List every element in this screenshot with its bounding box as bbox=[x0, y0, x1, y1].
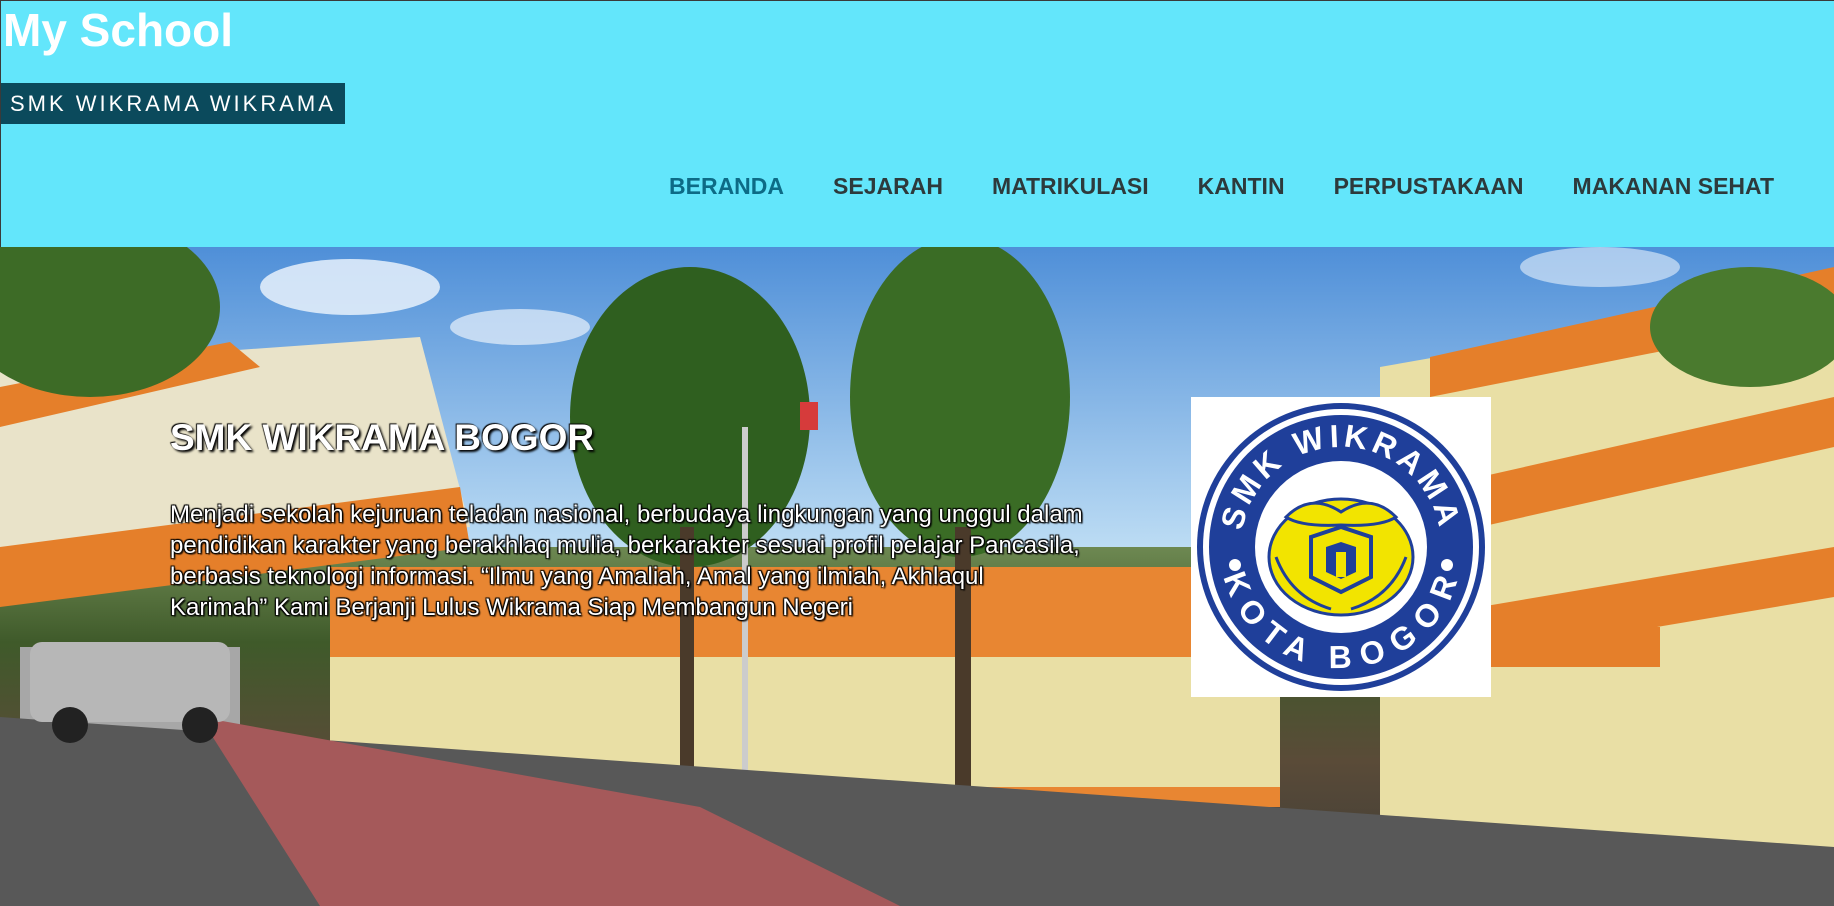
hero-banner: SMK WIKRAMA BOGOR Menjadi sekolah kejuru… bbox=[0, 247, 1834, 906]
hero-description: Menjadi sekolah kejuruan teladan nasiona… bbox=[170, 501, 1083, 621]
nav-item-sejarah[interactable]: SEJARAH bbox=[833, 173, 943, 200]
nav-item-kantin[interactable]: KANTIN bbox=[1198, 173, 1285, 200]
nav-item-makanan-sehat[interactable]: MAKANAN SEHAT bbox=[1573, 173, 1774, 200]
school-logo: SMK WIKRAMA KOTA BOGOR bbox=[1191, 397, 1491, 697]
nav-item-perpustakaan[interactable]: PERPUSTAKAAN bbox=[1334, 173, 1524, 200]
nav-item-beranda[interactable]: BERANDA bbox=[669, 173, 784, 200]
main-nav: BERANDA SEJARAH MATRIKULASI KANTIN PERPU… bbox=[620, 173, 1774, 200]
nav-item-matrikulasi[interactable]: MATRIKULASI bbox=[992, 173, 1149, 200]
hero-heading: SMK WIKRAMA BOGOR bbox=[170, 417, 595, 458]
school-emblem-icon: SMK WIKRAMA KOTA BOGOR bbox=[1197, 403, 1485, 691]
site-title[interactable]: My School bbox=[3, 3, 233, 57]
site-header: My School SMK WIKRAMA WIKRAMA BERANDA SE… bbox=[0, 0, 1834, 247]
site-tagline: SMK WIKRAMA WIKRAMA bbox=[1, 83, 345, 124]
